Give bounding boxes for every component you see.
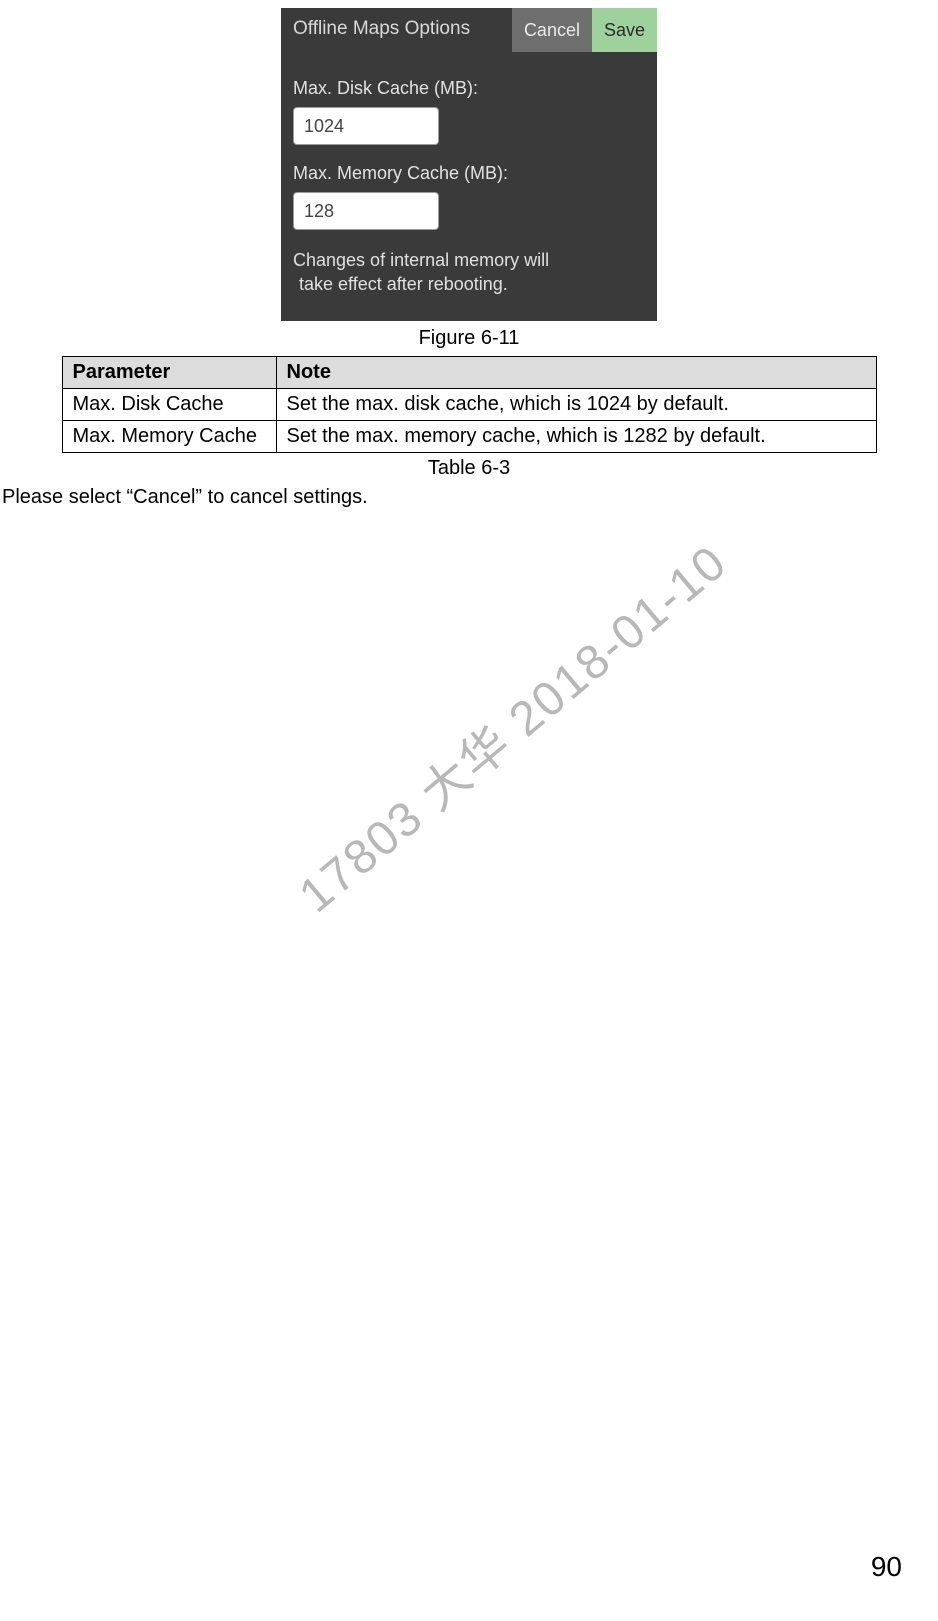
offline-maps-dialog: Offline Maps Options Cancel Save Max. Di… [281, 8, 657, 321]
table-caption: Table 6-3 [0, 457, 938, 480]
dialog-note-line1: Changes of internal memory will [293, 250, 549, 270]
disk-cache-label: Max. Disk Cache (MB): [293, 78, 645, 99]
cell-param: Max. Disk Cache [62, 388, 276, 420]
figure-caption: Figure 6-11 [419, 327, 520, 350]
memory-cache-input[interactable] [293, 192, 439, 230]
table-row: Max. Disk Cache Set the max. disk cache,… [62, 388, 876, 420]
cancel-button[interactable]: Cancel [512, 8, 592, 52]
cell-note: Set the max. disk cache, which is 1024 b… [276, 388, 876, 420]
dialog-body: Max. Disk Cache (MB): Max. Memory Cache … [281, 52, 657, 321]
dialog-note: Changes of internal memory will take eff… [293, 248, 645, 297]
figure-container: Offline Maps Options Cancel Save Max. Di… [0, 0, 938, 350]
parameter-table: Parameter Note Max. Disk Cache Set the m… [62, 356, 877, 453]
dialog-header: Offline Maps Options Cancel Save [281, 8, 657, 52]
page-number: 90 [871, 1551, 902, 1583]
watermark: 17803 大华 2018-01-10 [281, 525, 739, 926]
cancel-instruction-text: Please select “Cancel” to cancel setting… [0, 486, 938, 509]
cell-param: Max. Memory Cache [62, 420, 276, 452]
dialog-note-line2: take effect after rebooting. [293, 272, 508, 296]
table-header-row: Parameter Note [62, 356, 876, 388]
header-note: Note [276, 356, 876, 388]
table-row: Max. Memory Cache Set the max. memory ca… [62, 420, 876, 452]
header-parameter: Parameter [62, 356, 276, 388]
save-button[interactable]: Save [592, 8, 657, 52]
disk-cache-input[interactable] [293, 107, 439, 145]
memory-cache-label: Max. Memory Cache (MB): [293, 163, 645, 184]
cell-note: Set the max. memory cache, which is 1282… [276, 420, 876, 452]
dialog-title: Offline Maps Options [281, 8, 512, 52]
